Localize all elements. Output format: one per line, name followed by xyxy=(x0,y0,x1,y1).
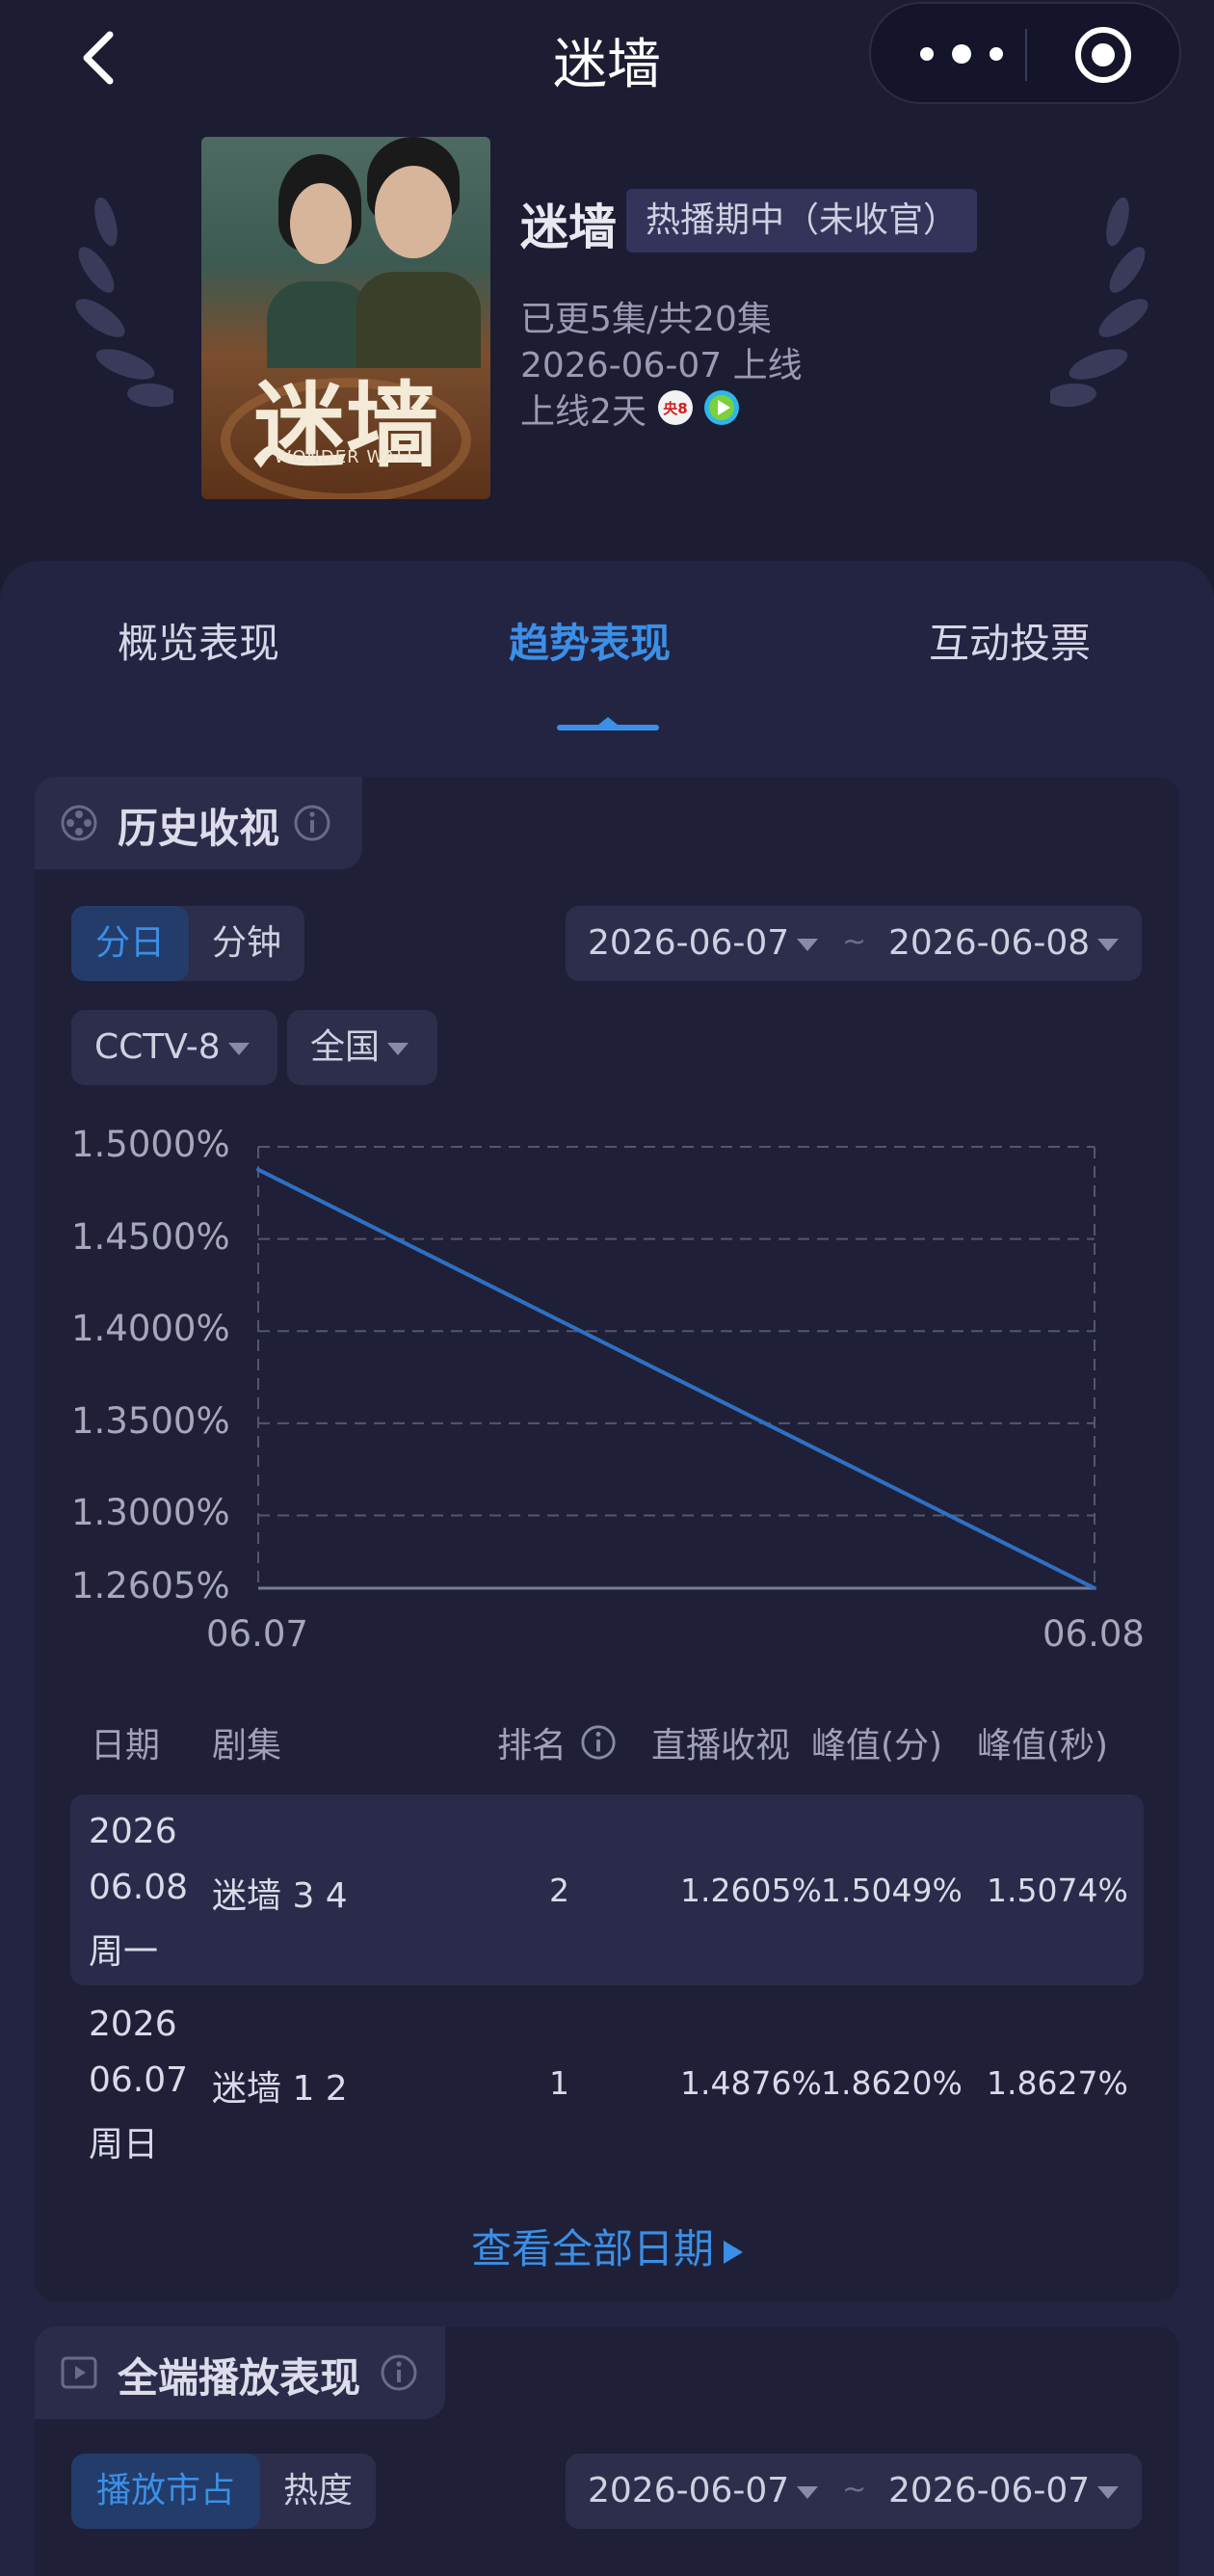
capsule-divider xyxy=(1025,29,1027,81)
top-nav-bar: 迷墙 xyxy=(0,0,1214,116)
date-range-separator: ~ xyxy=(842,925,867,959)
svg-text:央8: 央8 xyxy=(663,400,687,417)
playback-share-option[interactable]: 播放市占 xyxy=(71,2454,260,2529)
chart-x-tick-label: 06.07 xyxy=(206,1613,308,1655)
playback-date-start: 2026-06-07 xyxy=(588,2471,790,2510)
region-value: 全国 xyxy=(310,1027,381,1067)
row-year: 2026 xyxy=(89,1812,177,1851)
playback-date-end: 2026-06-07 xyxy=(888,2471,1091,2510)
chart-y-tick-label: 1.5000% xyxy=(71,1124,230,1165)
chart-y-tick-label: 1.4500% xyxy=(71,1215,230,1258)
history-date-end: 2026-06-08 xyxy=(888,923,1091,963)
info-icon[interactable] xyxy=(293,804,331,842)
chart-x-tick-label: 06.08 xyxy=(1042,1613,1145,1655)
view-all-dates-link[interactable]: 查看全部日期 xyxy=(0,2217,1214,2275)
channel-select[interactable]: CCTV-8 xyxy=(71,1010,277,1085)
cctv8-icon: 央8 xyxy=(658,390,693,425)
dropdown-caret-icon xyxy=(797,938,819,951)
row-episode: 迷墙 3 4 xyxy=(212,1876,348,1916)
row-peak-minute: 1.5049% xyxy=(821,1872,963,1909)
premiere-date: 2026-06-07 上线 xyxy=(520,346,803,385)
streaming-play-icon xyxy=(704,390,739,425)
region-select[interactable]: 全国 xyxy=(287,1010,437,1085)
row-peak-second: 1.8627% xyxy=(987,2064,1128,2102)
row-weekday: 周一 xyxy=(89,1932,159,1972)
history-date-start: 2026-06-07 xyxy=(588,923,790,963)
info-icon[interactable] xyxy=(380,2353,418,2392)
play-triangle-icon xyxy=(724,2240,743,2264)
mini-program-capsule xyxy=(869,2,1181,104)
history-card-header: 历史收视 xyxy=(35,777,362,869)
chart-y-tick-label: 1.4000% xyxy=(71,1308,230,1350)
history-date-start-select[interactable]: 2026-06-07 xyxy=(588,906,819,981)
row-year: 2026 xyxy=(89,2005,177,2044)
col-header-date: 日期 xyxy=(91,1726,161,1766)
tab-vote[interactable]: 互动投票 xyxy=(929,611,1091,670)
row-live-rating: 1.2605% xyxy=(680,1872,822,1909)
playback-card-header: 全端播放表现 xyxy=(35,2326,445,2419)
laurel-left-icon xyxy=(75,197,173,408)
poster-face-left xyxy=(290,183,352,264)
playback-date-end-select[interactable]: 2026-06-07 xyxy=(888,2454,1120,2529)
tab-overview[interactable]: 概览表现 xyxy=(118,611,279,670)
channel-value: CCTV-8 xyxy=(94,1027,221,1067)
row-peak-minute: 1.8620% xyxy=(821,2064,963,2102)
laurel-right-icon xyxy=(1050,197,1148,408)
dropdown-caret-icon xyxy=(1097,2485,1120,2499)
history-date-end-select[interactable]: 2026-06-08 xyxy=(888,906,1120,981)
row-episode: 迷墙 1 2 xyxy=(212,2069,348,2109)
col-header-live-rating: 直播收视 xyxy=(651,1726,791,1766)
dropdown-caret-icon xyxy=(227,1042,250,1055)
playback-date-start-select[interactable]: 2026-06-07 xyxy=(588,2454,819,2529)
col-header-episode: 剧集 xyxy=(212,1726,282,1766)
chart-y-tick-label: 1.2605% xyxy=(71,1565,230,1607)
status-badge: 热播期中（未收官） xyxy=(626,189,978,252)
row-date: 06.07 xyxy=(89,2060,189,2100)
granularity-toggle: 分日 分钟 xyxy=(71,906,304,981)
poster-subtitle: WONDER WALL xyxy=(274,447,418,467)
granularity-day-option[interactable]: 分日 xyxy=(71,906,189,981)
row-rank: 1 xyxy=(549,2064,569,2102)
episode-count: 已更5集/共20集 xyxy=(520,300,772,339)
playback-card-title: 全端播放表现 xyxy=(118,2354,361,2402)
film-reel-icon xyxy=(61,805,97,841)
chart-y-tick-label: 1.3500% xyxy=(71,1399,230,1442)
more-dots-icon[interactable] xyxy=(915,42,1008,66)
history-card-title: 历史收视 xyxy=(118,805,280,852)
playback-metric-toggle: 播放市占 热度 xyxy=(71,2454,376,2529)
row-date: 06.08 xyxy=(89,1868,189,1907)
view-all-dates-label: 查看全部日期 xyxy=(470,2225,714,2272)
drama-name: 迷墙 xyxy=(520,199,617,255)
tab-trend[interactable]: 趋势表现 xyxy=(509,611,671,670)
tab-active-underline xyxy=(557,725,659,730)
video-play-icon xyxy=(61,2356,97,2389)
date-range-separator: ~ xyxy=(842,2473,867,2507)
tab-active-caret xyxy=(598,717,618,725)
dropdown-caret-icon xyxy=(387,1042,409,1055)
col-header-peak-minute: 峰值(分) xyxy=(811,1726,943,1766)
row-peak-second: 1.5074% xyxy=(987,1872,1128,1909)
chart-y-tick-label: 1.3000% xyxy=(71,1492,230,1534)
drama-poster[interactable]: 迷墙 WONDER WALL xyxy=(201,137,490,499)
dropdown-caret-icon xyxy=(797,2485,819,2499)
rank-info-icon[interactable] xyxy=(580,1724,617,1761)
playback-heat-option[interactable]: 热度 xyxy=(260,2454,376,2529)
poster-face-right xyxy=(375,166,452,258)
col-header-rank: 排名 xyxy=(497,1726,567,1766)
days-online: 上线2天 xyxy=(520,392,647,432)
col-header-peak-second: 峰值(秒) xyxy=(977,1726,1109,1766)
dropdown-caret-icon xyxy=(1097,938,1120,951)
row-weekday: 周日 xyxy=(89,2125,159,2164)
granularity-minute-option[interactable]: 分钟 xyxy=(189,906,304,981)
row-rank: 2 xyxy=(549,1872,569,1909)
target-circle-icon[interactable] xyxy=(1073,25,1133,85)
row-live-rating: 1.4876% xyxy=(680,2064,822,2102)
